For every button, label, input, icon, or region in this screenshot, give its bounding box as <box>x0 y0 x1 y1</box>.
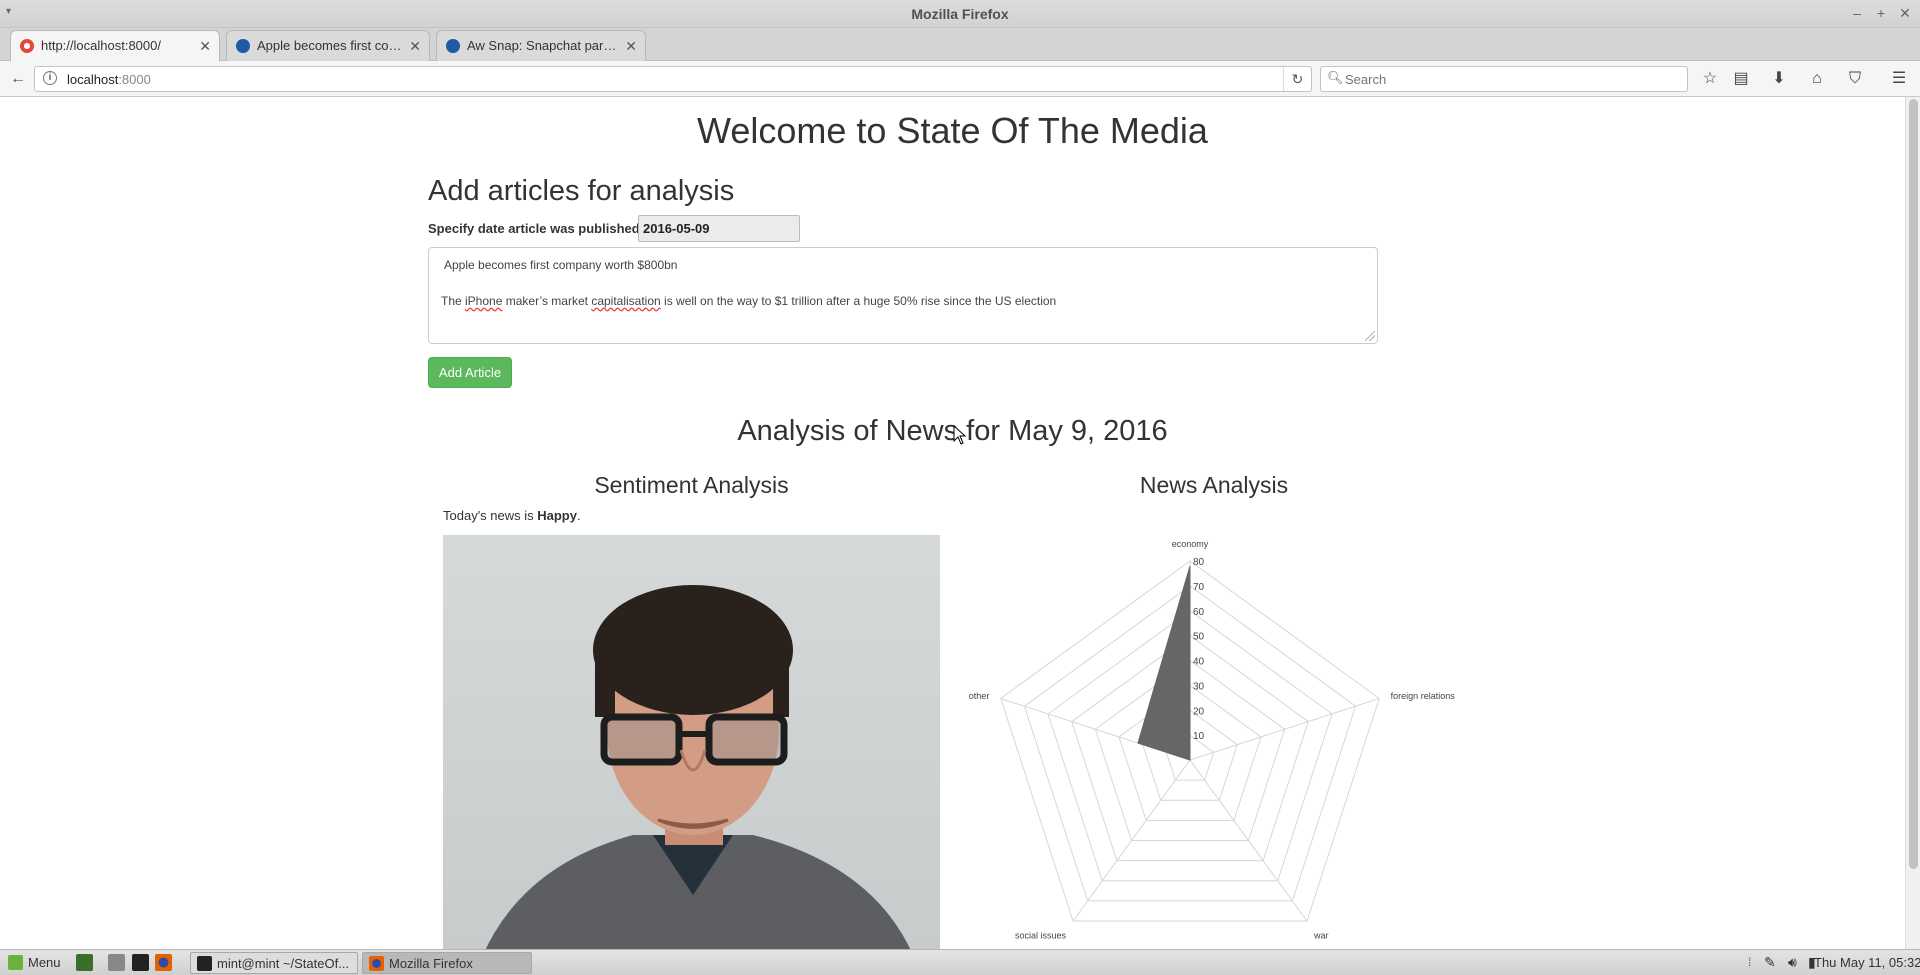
add-articles-heading: Add articles for analysis <box>428 175 735 207</box>
firefox-icon[interactable] <box>155 954 172 971</box>
volume-icon[interactable]: 🔊︎ <box>1788 954 1805 971</box>
radar-tick-label: 70 <box>1193 582 1205 593</box>
home-icon[interactable]: ⌂ <box>1804 67 1830 91</box>
article-line-1: Apple becomes first company worth $800bn <box>444 258 678 272</box>
page-title: Welcome to State Of The Media <box>697 110 1208 151</box>
add-article-button[interactable]: Add Article <box>428 357 512 388</box>
article-text: The <box>441 294 466 308</box>
reload-icon[interactable]: ↻ <box>1283 67 1311 91</box>
radar-spoke <box>1189 698 1380 761</box>
radar-axis-label: foreign relations <box>1391 691 1456 701</box>
guardian-favicon-icon <box>236 39 250 53</box>
window-titlebar: ▾ Mozilla Firefox – + ✕ <box>0 0 1920 28</box>
spellcheck-word: capitalisation <box>591 294 661 308</box>
show-desktop-icon[interactable] <box>76 954 93 971</box>
date-input[interactable] <box>638 215 800 242</box>
downloads-icon[interactable]: ⬇ <box>1766 67 1792 91</box>
taskbar-window-label: Mozilla Firefox <box>389 956 473 971</box>
search-bar[interactable]: 🔍︎ <box>1320 66 1688 92</box>
network-icon[interactable]: ✎ <box>1764 954 1781 971</box>
url-port: :8000 <box>118 72 151 87</box>
tab-snapchat-article[interactable]: Aw Snap: Snapchat paren... ✕ <box>436 30 646 61</box>
navigation-toolbar: ← i localhost:8000 ↻ 🔍︎ ☆ ▤ ⬇ ⌂ ⛉ ☰ <box>0 61 1920 97</box>
mint-logo-icon <box>8 955 23 970</box>
radar-tick-label: 80 <box>1193 557 1205 568</box>
radar-tick-label: 40 <box>1193 657 1205 668</box>
tab-strip: http://localhost:8000/ ✕ Apple becomes f… <box>0 28 1920 84</box>
tab-label: Aw Snap: Snapchat paren... <box>467 38 621 53</box>
terminal-icon <box>197 956 212 971</box>
url-host: localhost <box>67 72 119 87</box>
sentiment-title: Sentiment Analysis <box>594 472 789 498</box>
webcam-image <box>443 535 940 955</box>
news-analysis-title: News Analysis <box>1139 472 1289 498</box>
tab-label: http://localhost:8000/ <box>41 38 161 53</box>
firefox-icon <box>369 956 384 971</box>
date-label: Specify date article was published: <box>428 221 645 236</box>
back-button[interactable]: ← <box>6 67 30 91</box>
sentiment-text: Today's news is Happy. <box>443 508 581 523</box>
bookmark-star-icon[interactable]: ☆ <box>1697 67 1723 91</box>
terminal-icon[interactable] <box>132 954 149 971</box>
taskbar: Menu mint@mint ~/StateOf... Mozilla Fire… <box>0 949 1920 975</box>
radar-tick-label: 20 <box>1193 706 1205 717</box>
sentiment-suffix: . <box>576 508 581 523</box>
site-info-icon[interactable]: i <box>43 71 57 85</box>
guardian-favicon-icon <box>446 39 460 53</box>
start-menu-label: Menu <box>28 955 61 970</box>
close-tab-icon[interactable]: ✕ <box>409 31 421 61</box>
article-text: is well on the way to $1 trillion after … <box>660 294 1057 308</box>
search-input[interactable] <box>1345 70 1675 88</box>
radar-tick-label: 30 <box>1193 681 1205 692</box>
taskbar-window-label: mint@mint ~/StateOf... <box>217 956 350 971</box>
hamburger-menu-icon[interactable]: ☰ <box>1886 67 1912 91</box>
radar-axis-label: war <box>1313 931 1329 941</box>
minimize-icon[interactable]: – <box>1848 5 1866 21</box>
close-tab-icon[interactable]: ✕ <box>625 31 637 61</box>
pocket-icon[interactable]: ⛉ <box>1842 67 1868 91</box>
article-textarea[interactable]: Apple becomes first company worth $800bn… <box>428 247 1378 344</box>
tab-label: Apple becomes first com... <box>257 38 405 53</box>
scrollbar-thumb[interactable] <box>1909 99 1918 869</box>
tray-handle-icon[interactable]: ⁞ <box>1748 954 1765 971</box>
taskbar-firefox-window[interactable]: Mozilla Firefox <box>362 952 532 974</box>
radar-tick-label: 60 <box>1193 607 1205 618</box>
search-icon: 🔍︎ <box>1327 70 1344 85</box>
reading-list-icon[interactable]: ▤ <box>1728 67 1754 91</box>
news-radar-chart: 10 20 30 40 50 60 70 80 economy foreign relations… <box>969 539 1456 941</box>
close-window-icon[interactable]: ✕ <box>1896 5 1914 22</box>
article-text: maker’s market <box>502 294 592 308</box>
localhost-favicon-icon <box>20 39 34 53</box>
mouse-cursor-icon <box>953 425 967 445</box>
radar-axis-label: other <box>969 691 990 701</box>
window-title: Mozilla Firefox <box>911 6 1009 22</box>
sentiment-mood: Happy <box>537 508 577 523</box>
clock: Thu May 11, 05:32 <box>1814 955 1920 970</box>
page-viewport <box>0 97 1905 949</box>
url-bar[interactable]: i localhost:8000 ↻ <box>34 66 1312 92</box>
spellcheck-word: iPhone <box>465 294 503 308</box>
page-scrollbar[interactable] <box>1905 97 1920 949</box>
start-menu-button[interactable]: Menu <box>6 952 61 974</box>
article-line-2: The iPhone maker’s market capitalisation… <box>441 292 1365 310</box>
file-manager-icon[interactable] <box>108 954 125 971</box>
sentiment-prefix: Today's news is <box>443 508 538 523</box>
radar-tick-label: 50 <box>1193 632 1205 643</box>
taskbar-terminal-window[interactable]: mint@mint ~/StateOf... <box>190 952 358 974</box>
radar-series-area <box>1137 565 1191 761</box>
tab-apple-article[interactable]: Apple becomes first com... ✕ <box>226 30 430 61</box>
close-tab-icon[interactable]: ✕ <box>199 31 211 61</box>
radar-axis-label: social issues <box>1015 931 1067 941</box>
maximize-icon[interactable]: + <box>1872 5 1890 21</box>
radar-tick-label: 10 <box>1193 731 1205 742</box>
tab-localhost[interactable]: http://localhost:8000/ ✕ <box>10 30 220 61</box>
url-text: localhost:8000 <box>67 72 151 87</box>
resize-grip-icon[interactable] <box>1365 331 1375 341</box>
radar-axis-label: economy <box>1172 539 1209 549</box>
